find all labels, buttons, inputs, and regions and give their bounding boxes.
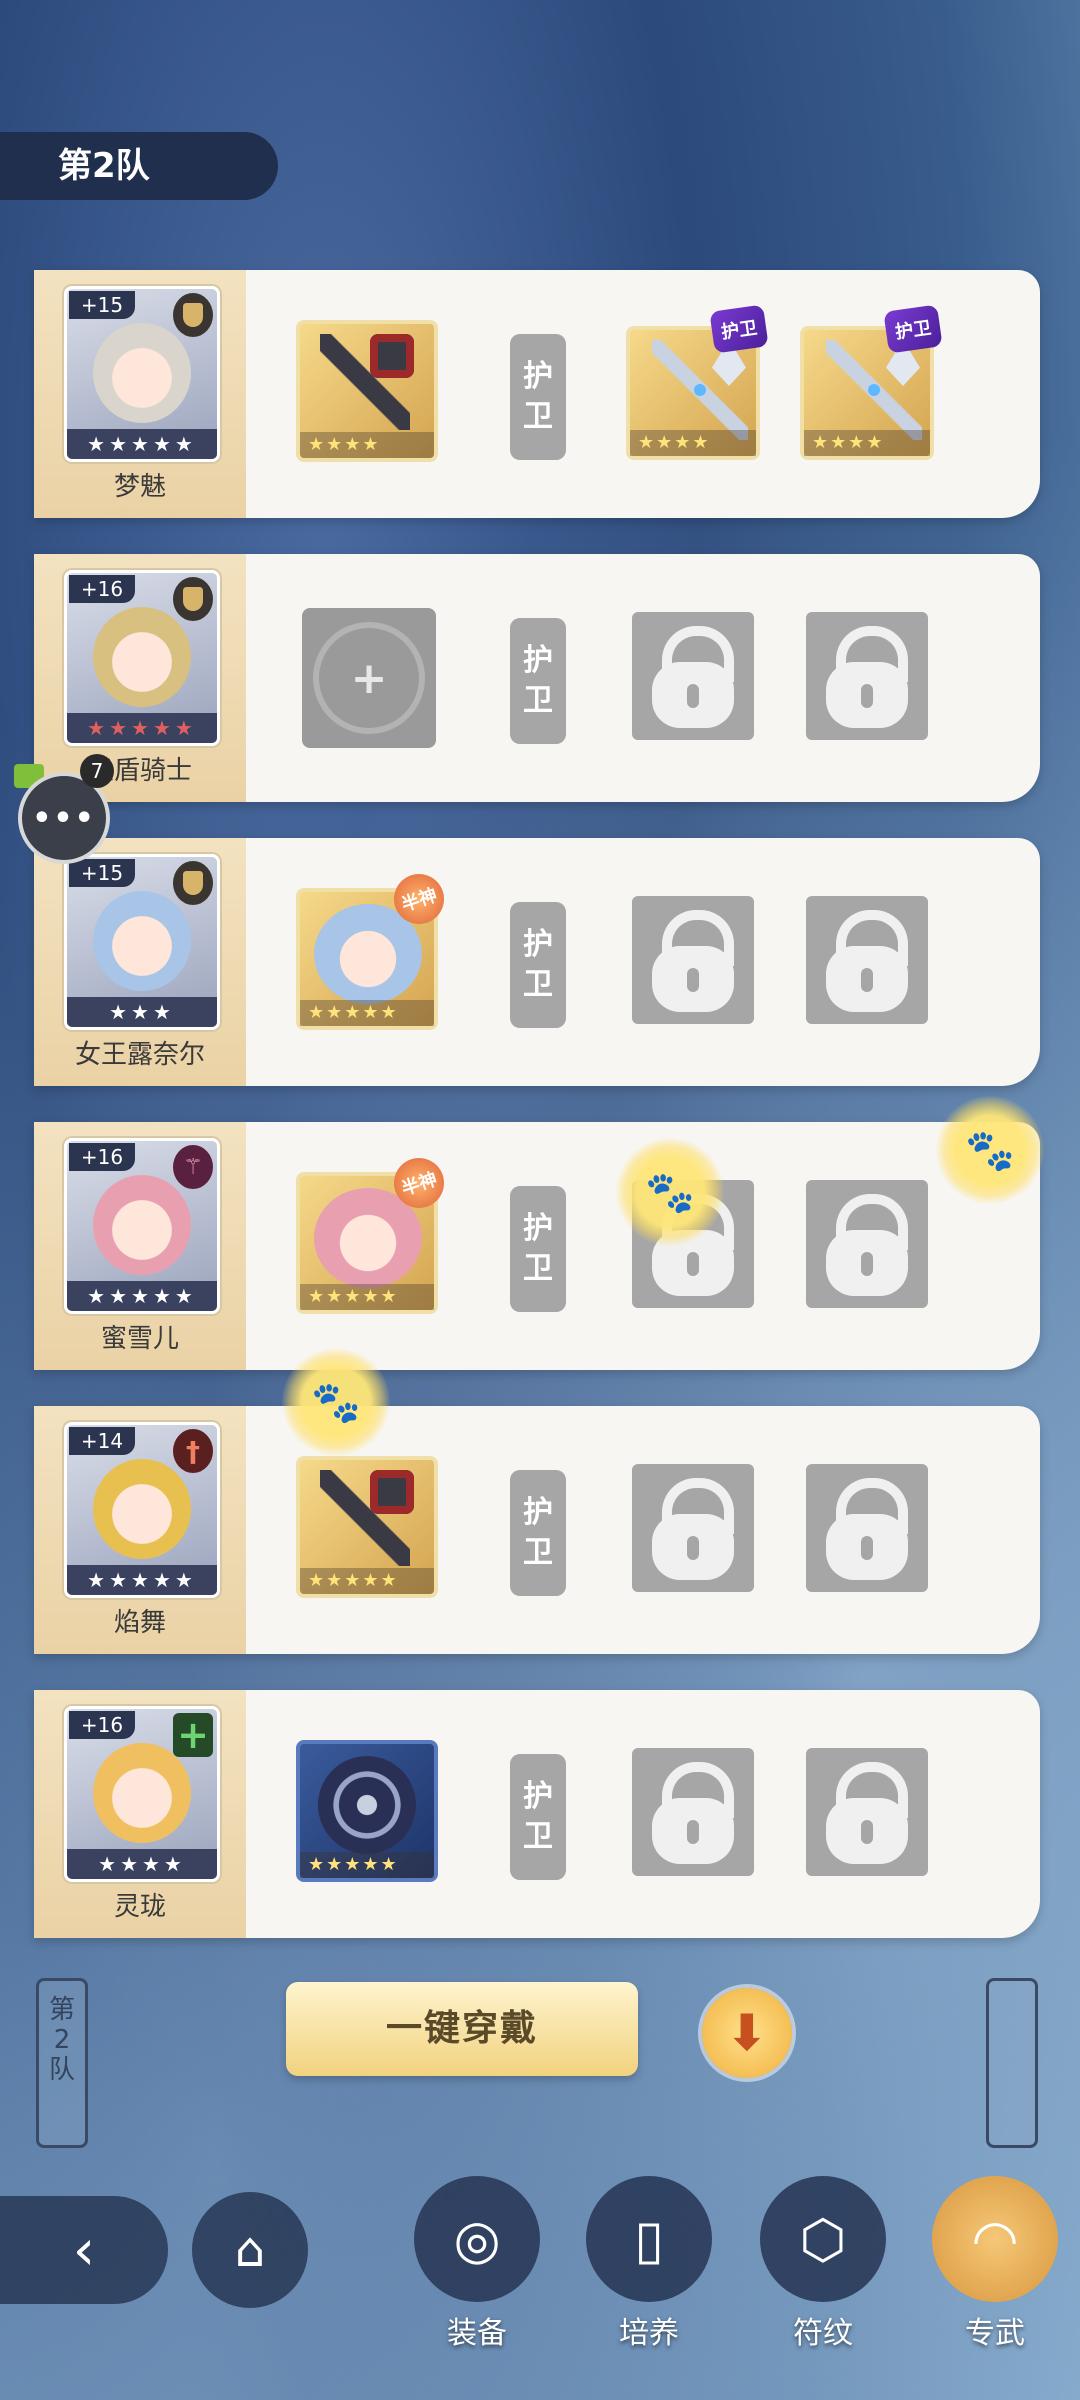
nav-training[interactable]: ▯ 培养 [584,2176,714,2352]
hammer-icon [320,1470,414,1566]
locked-slot[interactable] [806,1748,928,1876]
paw-sparkle-icon: 🐾 [616,1138,724,1246]
weapon-slot[interactable]: ★★★★ [296,320,438,462]
hero-level: +15 [69,291,135,319]
paw-sparkle-icon: 🐾 [936,1096,1044,1204]
next-team-button[interactable] [986,1978,1038,2148]
hero-level: +15 [69,859,135,887]
hero-row-4: +16 ★★★★★ 蜜雪儿 ★★★★★ 半神 护卫 [34,1122,1040,1370]
hero-level: +16 [69,1143,135,1171]
nav-equipment[interactable]: ◎ 装备 [412,2176,542,2352]
guard-tag: 护卫 [883,304,943,354]
rune-icon: ⬡ [760,2176,886,2302]
arrow-down-icon[interactable]: ⬇ [702,1988,792,2078]
hero-name: 焰舞 [113,1608,166,1638]
shield-icon [173,293,213,337]
guard-label: 护卫 [510,334,566,460]
paw-coin-icon: ◎ [414,2176,540,2302]
card-icon: ▯ [586,2176,712,2302]
heal-cross-icon [173,1713,213,1757]
demigod-weapon-slot[interactable]: ★★★★★ 半神 [296,1151,451,1314]
guard-label: 护卫 [510,1186,566,1312]
hero-level: +16 [69,575,135,603]
hammer-icon [320,334,414,430]
hero-portrait[interactable]: +15 ★★★★★ [64,286,220,462]
spear-icon [652,340,748,440]
chat-count-badge: 7 [80,754,114,788]
guard-label: 护卫 [510,1754,566,1880]
hero-stars: ★★★★★ [67,429,217,459]
hero-stars: ★★★★★ [67,1565,217,1595]
paw-sparkle-icon: 🐾 [282,1348,390,1456]
locked-slot[interactable] [632,896,754,1024]
locked-slot[interactable] [632,612,754,740]
locked-slot[interactable] [806,1464,928,1592]
one-click-equip-button[interactable]: 一键穿戴 [286,1982,638,2076]
home-icon: ⌂ [234,2222,266,2278]
hero-name: 女王露奈尔 [74,1040,205,1070]
hero-name: 蜜雪儿 [100,1324,179,1354]
shield-weapon-slot[interactable]: ★★★★★ [296,1740,438,1882]
chevron-left-icon: ‹ [72,2217,96,2283]
spear-icon [826,340,922,440]
staff-icon [173,1145,213,1189]
hero-name: 灵珑 [113,1892,166,1922]
hero-row-5: +14 ★★★★★ 焰舞 ★★★★★ 护卫 [34,1406,1040,1654]
hero-portrait[interactable]: +15 ★★★ [64,854,220,1030]
hero-card[interactable]: +16 ★★★★★ 圣盾骑士 [34,554,246,802]
hero-card[interactable]: +16 ★★★★ 灵珑 [34,1690,246,1938]
team-title: 第2队 [0,132,278,200]
back-button[interactable]: ‹ [0,2196,168,2304]
plus-icon: + [350,652,388,704]
hero-stars: ★★★★ [67,1849,217,1879]
nav-runes[interactable]: ⬡ 符纹 [758,2176,888,2352]
hero-name: 梦魅 [113,472,166,502]
locked-slot[interactable] [632,1748,754,1876]
hero-portrait[interactable]: +16 ★★★★★ [64,570,220,746]
hero-row-1: +15 ★★★★★ 梦魅 ★★★★ 护卫 ★★★★ 护卫 ★★★★ 护卫 [34,270,1040,518]
nav-exclusive-weapon[interactable]: ◠ 专武 [930,2176,1060,2352]
hero-portrait[interactable]: +16 ★★★★ [64,1706,220,1882]
guard-slot-2[interactable]: ★★★★ 护卫 [800,304,943,460]
locked-slot[interactable] [632,1464,754,1592]
home-button[interactable]: ⌂ [192,2192,308,2308]
hero-stars: ★★★★★ [67,713,217,743]
guard-slot-1[interactable]: ★★★★ 护卫 [626,304,769,460]
guard-label: 护卫 [510,1470,566,1596]
shield-icon [173,861,213,905]
hero-portrait[interactable]: +14 ★★★★★ [64,1422,220,1598]
hero-row-2: +16 ★★★★★ 圣盾骑士 + 护卫 [34,554,1040,802]
prev-team-button[interactable]: 第 2 队 [36,1978,88,2148]
guard-label: 护卫 [510,618,566,744]
demigod-weapon-slot[interactable]: ★★★★★ 半神 [296,867,451,1030]
hero-card[interactable]: +15 ★★★★★ 梦魅 [34,270,246,518]
hero-level: +14 [69,1427,135,1455]
hero-card[interactable]: +15 ★★★ 女王露奈尔 [34,838,246,1086]
hero-card[interactable]: +16 ★★★★★ 蜜雪儿 [34,1122,246,1370]
add-weapon-slot[interactable]: + [302,608,436,748]
hero-level: +16 [69,1711,135,1739]
chat-icon: ••• [32,800,96,836]
hero-stars: ★★★★★ [67,1281,217,1311]
hero-card[interactable]: +14 ★★★★★ 焰舞 [34,1406,246,1654]
sword-icon [173,1429,213,1473]
weapon-slot[interactable]: ★★★★★ [296,1456,438,1598]
locked-slot[interactable] [806,612,928,740]
hero-row-3: +15 ★★★ 女王露奈尔 ★★★★★ 半神 护卫 [34,838,1040,1086]
shield-icon [173,577,213,621]
horn-icon: ◠ [932,2176,1058,2302]
locked-slot[interactable] [806,1180,928,1308]
hero-stars: ★★★ [67,997,217,1027]
round-shield-icon [318,1756,416,1854]
locked-slot[interactable] [806,896,928,1024]
hero-portrait[interactable]: +16 ★★★★★ [64,1138,220,1314]
guard-tag: 护卫 [709,304,769,354]
guard-label: 护卫 [510,902,566,1028]
hero-row-6: +16 ★★★★ 灵珑 ★★★★★ 护卫 [34,1690,1040,1938]
